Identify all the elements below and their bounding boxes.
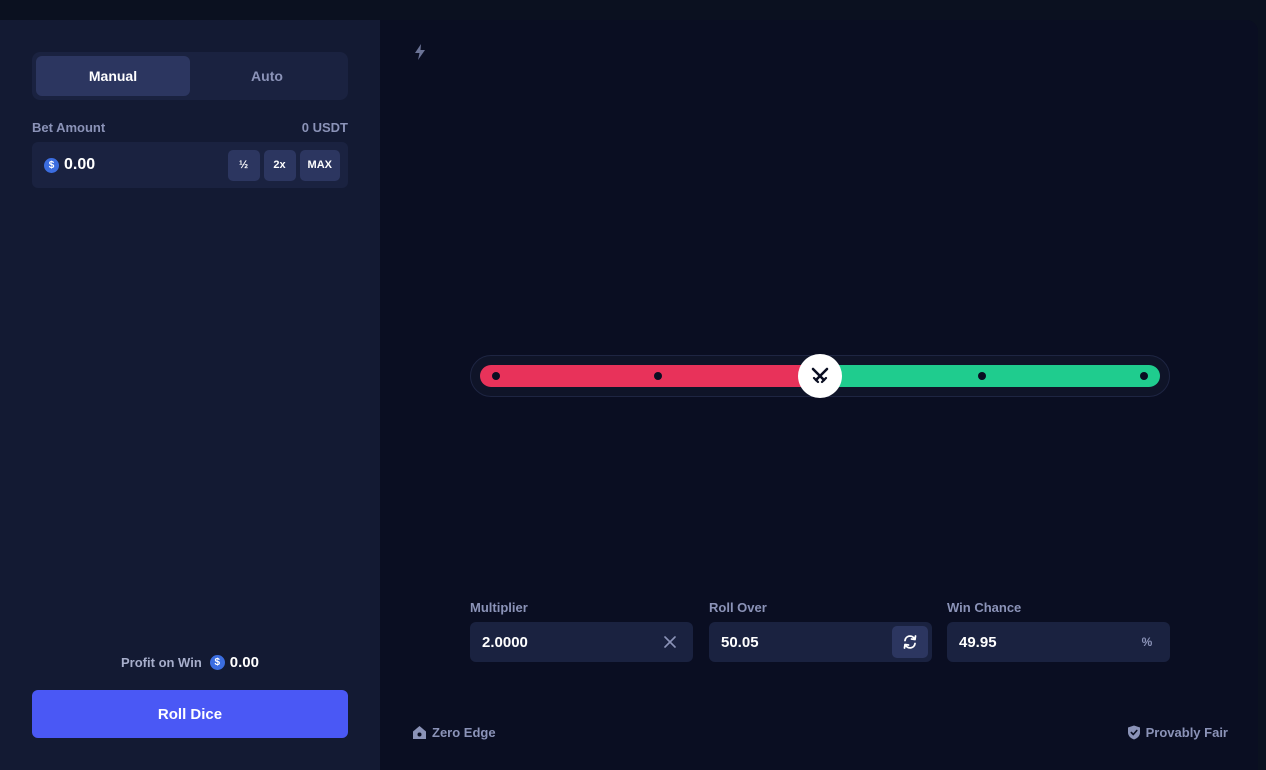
percent-suffix: % [1141,635,1153,649]
roll-over-field[interactable]: 50.05 [709,622,932,662]
bet-amount-field[interactable]: $ 0.00 ½ 2x MAX [32,142,348,188]
game-area: Multiplier 2.0000 Roll Over 50.05 Win Ch… [380,20,1258,770]
shield-check-icon [1127,725,1140,740]
win-chance-input[interactable]: 49.95 [959,634,1132,651]
max-bet-button[interactable]: MAX [299,149,340,181]
house-icon [413,726,426,739]
bet-amount-label: Bet Amount [32,120,106,135]
zero-edge-link[interactable]: Zero Edge [412,725,496,740]
dollar-coin-icon: $ [209,655,225,670]
slider-tick [654,372,662,380]
multiplier-label: Multiplier [470,600,528,615]
slider-tick [978,372,986,380]
clear-x-icon[interactable] [655,627,685,657]
slider-handle[interactable] [798,354,842,398]
profit-on-win-value: 0.00 [229,654,259,671]
bet-amount-input[interactable]: 0.00 [64,156,224,174]
crossed-swords-icon [811,367,829,384]
double-bet-button[interactable]: 2x [263,149,296,181]
provably-fair-link[interactable]: Provably Fair [1127,725,1228,740]
swap-refresh-icon[interactable] [892,626,928,658]
win-chance-field[interactable]: 49.95 % [947,622,1170,662]
half-bet-button[interactable]: ½ [227,149,260,181]
roll-dice-button[interactable]: Roll Dice [32,690,348,738]
bet-balance: 0 USDT [301,120,348,135]
slider-tick [1140,372,1148,380]
lightning-bolt-icon[interactable] [412,43,428,61]
dice-game-app: Manual Auto Bet Amount 0 USDT $ 0.00 ½ 2… [0,20,1258,770]
roll-over-label: Roll Over [709,600,767,615]
bet-sidebar: Manual Auto Bet Amount 0 USDT $ 0.00 ½ 2… [0,20,380,770]
multiplier-field[interactable]: 2.0000 [470,622,693,662]
roll-over-input[interactable]: 50.05 [721,634,892,651]
bet-mode-tabs: Manual Auto [32,52,348,100]
dollar-coin-icon: $ [44,157,59,173]
multiplier-input[interactable]: 2.0000 [482,634,655,651]
slider-win-zone [820,365,1160,387]
slider-lose-zone [480,365,820,387]
tab-auto[interactable]: Auto [190,56,344,96]
roll-over-group: Roll Over 50.05 [709,600,932,662]
profit-on-win-label: Profit on Win [121,655,202,670]
profit-on-win: Profit on Win $ 0.00 [32,654,348,671]
zero-edge-label: Zero Edge [432,725,496,740]
win-chance-label: Win Chance [947,600,1022,615]
provably-fair-label: Provably Fair [1145,725,1228,740]
multiplier-group: Multiplier 2.0000 [470,600,693,662]
bet-amount-header: Bet Amount 0 USDT [32,120,348,135]
tab-manual[interactable]: Manual [36,56,190,96]
win-chance-group: Win Chance 49.95 % [947,600,1170,662]
slider-tick [492,372,500,380]
